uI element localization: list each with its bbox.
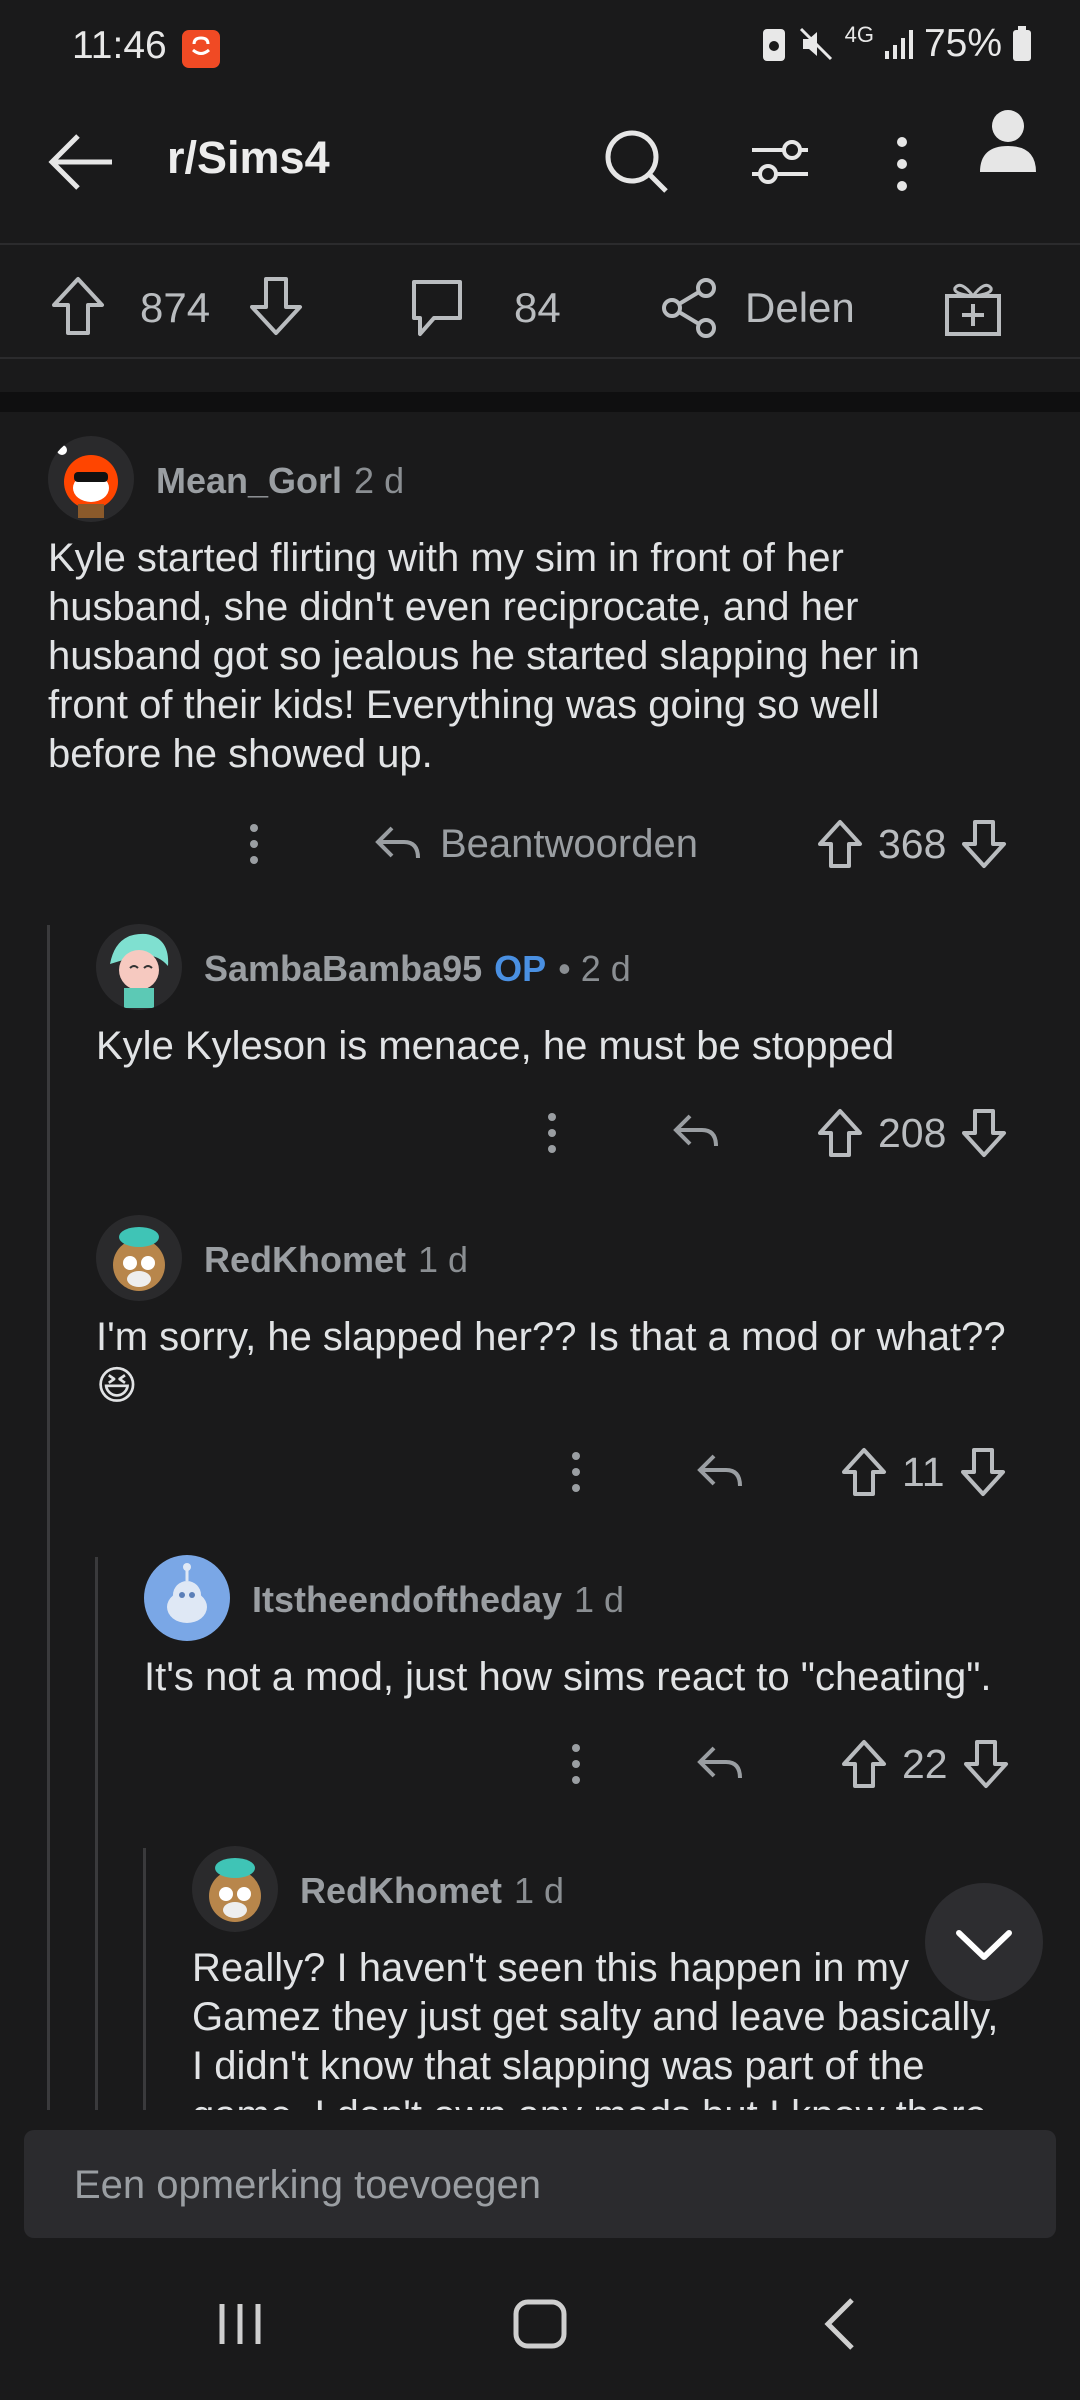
avatar[interactable] <box>96 924 182 1010</box>
comment-meta: RedKhomet 1 d <box>300 1870 564 1912</box>
upvote-icon[interactable] <box>816 1107 864 1159</box>
avatar[interactable] <box>144 1555 230 1641</box>
page-title[interactable]: r/Sims4 <box>167 132 330 184</box>
section-separator <box>0 392 1080 412</box>
search-icon[interactable] <box>602 127 672 197</box>
filter-icon[interactable] <box>748 132 812 192</box>
upvote-icon[interactable] <box>816 818 864 870</box>
vote-count: 368 <box>878 820 947 867</box>
comment-icon[interactable] <box>408 278 466 338</box>
username[interactable]: Itstheendoftheday <box>252 1579 562 1621</box>
comment-body: Really? I haven't seen this happen in my… <box>192 1946 999 2110</box>
reply-icon <box>374 824 422 864</box>
recent-apps-button[interactable] <box>210 2296 270 2352</box>
downvote-icon[interactable] <box>960 818 1008 870</box>
comment-meta: Mean_Gorl 2 d <box>156 460 404 502</box>
vote-count: 208 <box>878 1109 947 1156</box>
comment-body: It's not a mod, just how sims react to "… <box>144 1655 992 1699</box>
mute-icon <box>797 25 835 63</box>
avatar[interactable] <box>192 1846 278 1932</box>
comment-meta: RedKhomet 1 d <box>204 1239 468 1281</box>
reply-button[interactable]: Beantwoorden <box>374 820 698 868</box>
vote-count: 11 <box>902 1448 945 1495</box>
reply-icon[interactable] <box>672 1112 720 1152</box>
vote-controls: 22 <box>840 1736 1010 1792</box>
username[interactable]: RedKhomet <box>204 1239 406 1281</box>
upvote-icon[interactable] <box>840 1738 888 1790</box>
comment-age: • 2 d <box>558 948 631 989</box>
upvote-count: 874 <box>140 284 211 331</box>
add-comment-input[interactable] <box>72 2130 1006 2240</box>
avatar[interactable] <box>48 436 134 522</box>
reply-icon[interactable] <box>696 1744 744 1784</box>
home-button[interactable] <box>508 2294 572 2354</box>
reply-icon[interactable] <box>696 1452 744 1492</box>
more-options-icon[interactable] <box>884 132 920 196</box>
scroll-down-button[interactable] <box>925 1883 1043 2001</box>
comment-count: 84 <box>514 284 561 331</box>
comment-meta: Itstheendoftheday 1 d <box>252 1579 624 1621</box>
battery-icon <box>1012 26 1032 62</box>
op-badge: OP <box>494 948 547 989</box>
username[interactable]: RedKhomet <box>300 1870 502 1912</box>
battery-percent: 75% <box>923 22 1002 65</box>
comment-body: Kyle Kyleson is menace, he must be stopp… <box>96 1024 895 1068</box>
comment-options-icon[interactable] <box>538 1109 566 1157</box>
comment-body: Kyle started flirting with my sim in fro… <box>48 536 920 776</box>
profile-icon[interactable] <box>978 108 1038 174</box>
comment-age: 1 d <box>514 1870 565 1911</box>
vote-controls: 11 <box>840 1444 1007 1500</box>
comment-options-icon[interactable] <box>562 1448 590 1496</box>
downvote-icon[interactable] <box>960 1107 1008 1159</box>
downvote-icon[interactable] <box>962 1738 1010 1790</box>
share-label[interactable]: Delen <box>745 284 855 332</box>
comment-options-icon[interactable] <box>240 820 268 868</box>
comment-clip: RedKhomet 1 d Really? I haven't seen thi… <box>0 1830 1080 2110</box>
comment-composer[interactable] <box>24 2130 1056 2240</box>
comment-options-icon[interactable] <box>562 1740 590 1788</box>
comment-age: 1 d <box>574 1579 625 1620</box>
shopping-app-icon <box>182 30 220 68</box>
username[interactable]: Mean_Gorl <box>156 460 342 502</box>
battery-saver-icon <box>761 25 787 63</box>
reply-label: Beantwoorden <box>440 821 698 866</box>
back-button[interactable] <box>44 130 120 194</box>
vote-count: 22 <box>902 1740 948 1787</box>
comment-age: 1 d <box>418 1239 469 1280</box>
username[interactable]: SambaBamba95 <box>204 948 482 990</box>
share-icon[interactable] <box>660 278 718 338</box>
vote-controls: 368 <box>816 816 1008 872</box>
status-time: 11:46 <box>72 24 167 67</box>
signal-icon <box>884 27 914 61</box>
comment-meta: SambaBamba95 OP • 2 d <box>204 948 631 990</box>
vote-controls: 208 <box>816 1105 1008 1161</box>
laughing-emoji: 😆 <box>96 1364 138 1408</box>
avatar[interactable] <box>96 1215 182 1301</box>
downvote-button[interactable] <box>248 275 304 337</box>
comment-age: 2 d <box>354 460 405 501</box>
upvote-icon[interactable] <box>840 1446 888 1498</box>
system-back-button[interactable] <box>816 2294 866 2354</box>
comment-body: I'm sorry, he slapped her?? Is that a mo… <box>96 1313 1006 1411</box>
upvote-button[interactable] <box>50 275 106 337</box>
network-type: 4G <box>844 22 874 47</box>
status-indicators: 4G 75% <box>761 22 1032 66</box>
downvote-icon[interactable] <box>959 1446 1007 1498</box>
award-icon[interactable] <box>943 276 1003 338</box>
